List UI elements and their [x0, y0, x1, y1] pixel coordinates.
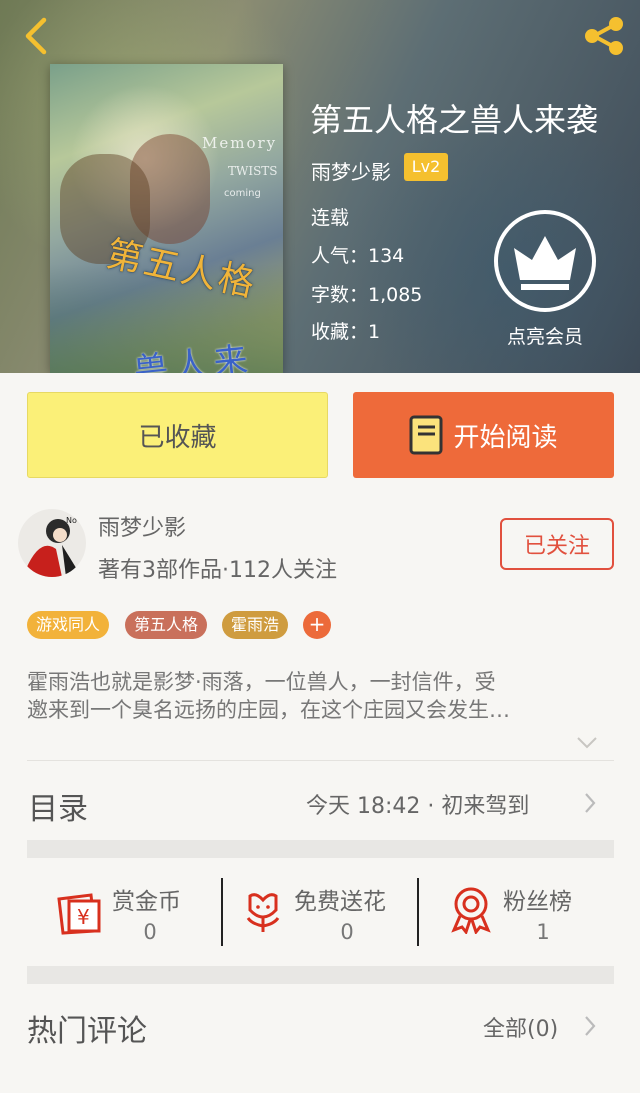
- author-row-name[interactable]: 雨梦少影: [98, 510, 186, 542]
- collection-stat: 收藏：1: [311, 321, 381, 343]
- rosette-icon: [451, 887, 491, 934]
- popularity-stat: 人气：134: [311, 245, 405, 267]
- followed-label: 已关注: [523, 534, 590, 559]
- share-icon[interactable]: [580, 12, 628, 60]
- book-cover-image[interactable]: Memory TWISTS coming 第五人格 兽人来袭: [50, 64, 283, 373]
- reward-gold-label: 赏金币: [112, 889, 181, 915]
- description-line: 霍雨浩也就是影梦·雨落，一位兽人，一封信件，受: [27, 670, 496, 694]
- tag-game-fanfic[interactable]: 游戏同人: [27, 611, 110, 639]
- start-reading-button[interactable]: 开始阅读: [353, 392, 614, 478]
- chevron-right-icon[interactable]: [584, 1015, 596, 1037]
- reward-fans-label: 粉丝榜: [503, 889, 572, 915]
- crown-icon: [514, 236, 576, 290]
- book-description[interactable]: 霍雨浩也就是影梦·雨落，一位兽人，一封信件，受 邀来到一个臭名远扬的庄园，在这个…: [27, 668, 612, 724]
- flower-icon: [246, 893, 280, 932]
- section-separator: [27, 840, 614, 858]
- divider: [27, 760, 614, 761]
- author-name[interactable]: 雨梦少影: [311, 156, 391, 185]
- divider: [417, 878, 419, 946]
- svg-text:¥: ¥: [77, 905, 90, 929]
- author-works-summary: 著有3部作品·112人关注: [98, 558, 337, 583]
- reward-flower-count: 0: [340, 920, 354, 944]
- description-line: 邀来到一个臭名远扬的庄园，在这个庄园又会发生…: [27, 698, 510, 722]
- chevron-down-icon[interactable]: [576, 736, 598, 750]
- followed-button[interactable]: 已关注: [500, 518, 614, 570]
- hot-comments-title: 热门评论: [27, 1014, 147, 1049]
- chevron-right-icon[interactable]: [584, 792, 596, 814]
- tag-identity-v[interactable]: 第五人格: [125, 611, 208, 639]
- reward-flower-label: 免费送花: [294, 889, 386, 915]
- all-comments-link[interactable]: 全部(0): [483, 1011, 558, 1043]
- cover-text: Memory: [202, 134, 278, 152]
- back-arrow-icon[interactable]: [18, 16, 58, 56]
- red-envelope-icon: ¥: [57, 893, 101, 935]
- word-count-stat: 字数：1,085: [311, 284, 423, 306]
- more-tags-button[interactable]: +: [303, 611, 331, 639]
- member-button[interactable]: [494, 210, 596, 312]
- favorited-button[interactable]: 已收藏: [27, 392, 328, 478]
- tag-character[interactable]: 霍雨浩: [222, 611, 289, 639]
- author-avatar[interactable]: No: [18, 509, 86, 577]
- start-reading-label: 开始阅读: [453, 422, 558, 453]
- book-title: 第五人格之兽人来袭: [310, 101, 599, 139]
- cover-text: TWISTS: [228, 164, 278, 178]
- reward-gold-count: 0: [143, 920, 157, 944]
- cover-text: coming: [224, 188, 261, 199]
- favorited-label: 已收藏: [138, 422, 217, 453]
- serial-status: 连载: [311, 207, 350, 229]
- book-icon: [409, 415, 443, 455]
- section-separator: [27, 966, 614, 984]
- member-label[interactable]: 点亮会员: [500, 322, 590, 349]
- avatar-image: No: [18, 509, 86, 577]
- divider: [221, 878, 223, 946]
- svg-text:No: No: [66, 516, 77, 525]
- book-header: Memory TWISTS coming 第五人格 兽人来袭 第五人格之兽人来袭…: [0, 0, 640, 373]
- latest-chapter-info[interactable]: 今天 18:42 · 初来驾到: [306, 788, 529, 820]
- catalog-title[interactable]: 目录: [28, 784, 88, 828]
- level-badge: Lv2: [404, 153, 448, 181]
- reward-fans-count: 1: [536, 920, 550, 944]
